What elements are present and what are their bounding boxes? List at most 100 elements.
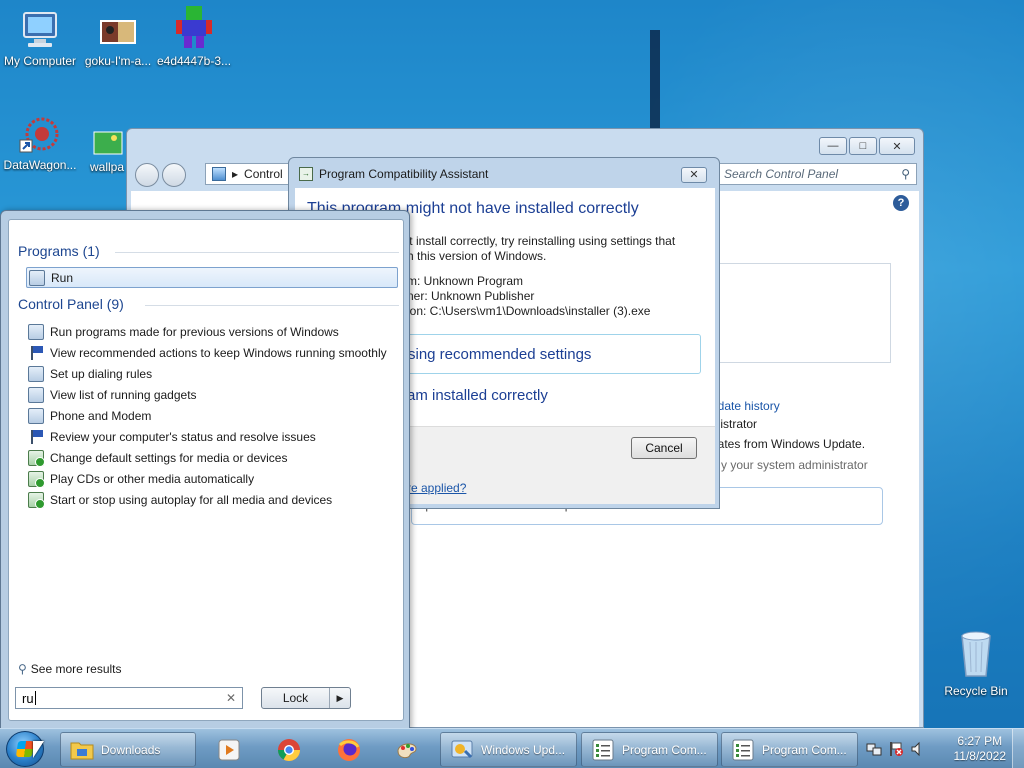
taskbar-label: Program Com...: [622, 742, 707, 757]
control-panel-item[interactable]: View recommended actions to keep Windows…: [26, 342, 398, 363]
dialog-title: Program Compatibility Assistant: [319, 167, 489, 181]
taskbar-downloads[interactable]: Downloads: [60, 732, 196, 767]
cancel-button[interactable]: Cancel: [631, 437, 697, 459]
program-name: m: Unknown Program: [407, 274, 524, 288]
option-label: am installed correctly: [407, 387, 548, 404]
paint-icon: [394, 737, 420, 763]
shortcut-icon: [18, 114, 62, 154]
autoplay-icon: [28, 470, 45, 488]
see-more-results-link[interactable]: ⚲ See more results: [18, 662, 122, 676]
action-center-icon[interactable]: [888, 741, 904, 757]
desktop-icon-label: e4d4447b-3...: [156, 54, 232, 68]
clock-date: 11/8/2022: [953, 749, 1007, 763]
autoplay-icon: [28, 449, 45, 467]
close-button[interactable]: ✕: [681, 167, 707, 183]
minimize-button[interactable]: —: [819, 137, 847, 155]
taskbar-chrome[interactable]: [262, 732, 316, 767]
control-panel-header[interactable]: Control Panel (9): [18, 296, 124, 312]
start-menu[interactable]: Programs (1) Run Control Panel (9) Run p…: [0, 210, 410, 730]
gadgets-icon: [28, 386, 44, 403]
body-text-line: h this version of Windows.: [407, 249, 547, 263]
item-label: Review your computer's status and resolv…: [50, 429, 316, 444]
taskbar-windows-update[interactable]: Windows Upd...: [440, 732, 577, 767]
desktop-icon-label: goku-I'm-a...: [84, 54, 152, 68]
body-text-line: 't install correctly, try reinstalling u…: [407, 234, 676, 248]
forward-button[interactable]: [162, 163, 186, 187]
compatibility-icon: →: [299, 167, 313, 181]
divider: [145, 305, 399, 306]
volume-icon[interactable]: [910, 741, 926, 757]
clock[interactable]: 6:27 PM 11/8/2022: [954, 734, 1007, 764]
mouse-cursor-icon: [33, 741, 44, 758]
item-label: Start or stop using autoplay for all med…: [50, 492, 333, 507]
search-input[interactable]: Search Control Panel ⚲: [717, 163, 917, 185]
settings-applied-link[interactable]: re applied?: [407, 481, 466, 495]
desktop-icon-goku[interactable]: goku-I'm-a...: [78, 10, 158, 68]
dialog-title-bar: → Program Compatibility Assistant: [299, 167, 488, 181]
computer-icon: [18, 10, 62, 50]
lock-label: Lock: [262, 688, 330, 708]
item-label: View recommended actions to keep Windows…: [50, 345, 387, 360]
update-history-link[interactable]: pdate history: [711, 399, 780, 413]
maximize-button[interactable]: □: [849, 137, 877, 155]
desktop-icon-datawagon[interactable]: DataWagon...: [0, 114, 80, 172]
program-list-icon: [590, 737, 616, 763]
updates-from-text: dates from Windows Update.: [711, 437, 866, 451]
autoplay-icon: [28, 491, 45, 509]
breadcrumb-arrow-icon: ▸: [232, 167, 239, 181]
nav-buttons: [135, 163, 186, 187]
control-panel-item[interactable]: Play CDs or other media automatically: [26, 468, 398, 489]
control-panel-item[interactable]: Change default settings for media or dev…: [26, 447, 398, 468]
item-label: Run programs made for previous versions …: [50, 324, 339, 339]
desktop-icon-wallpaper[interactable]: wallpa: [84, 128, 128, 174]
start-search-input[interactable]: ru ✕: [15, 687, 243, 709]
recycle-bin-icon: [954, 628, 998, 680]
taskbar-program-compatibility-2[interactable]: Program Com...: [721, 732, 858, 767]
taskbar: Downloads Windows Upd... Program Com...: [0, 728, 1024, 768]
clock-time: 6:27 PM: [957, 734, 1003, 748]
flag-icon: [28, 429, 44, 445]
taskbar-paint[interactable]: [380, 732, 434, 767]
search-value: ru: [22, 690, 34, 706]
control-panel-item[interactable]: Run programs made for previous versions …: [26, 321, 398, 342]
control-panel-item[interactable]: Start or stop using autoplay for all med…: [26, 489, 398, 510]
program-label: Run: [51, 270, 74, 285]
item-label: Play CDs or other media automatically: [50, 471, 255, 486]
programs-header[interactable]: Programs (1): [18, 243, 100, 259]
desktop-icon-my-computer[interactable]: My Computer: [0, 10, 80, 68]
taskbar-label: Program Com...: [762, 742, 847, 757]
taskbar-media-player[interactable]: [202, 732, 256, 767]
media-player-icon: [216, 737, 242, 763]
divider: [115, 252, 399, 253]
item-label: Phone and Modem: [50, 408, 152, 423]
taskbar-label: Downloads: [101, 742, 161, 757]
show-desktop-button[interactable]: [1012, 729, 1024, 768]
clear-search-icon[interactable]: ✕: [226, 691, 236, 705]
search-icon: ⚲: [18, 662, 27, 676]
taskbar-program-compatibility-1[interactable]: Program Com...: [581, 732, 718, 767]
control-panel-item[interactable]: Phone and Modem: [26, 405, 398, 426]
program-item-run[interactable]: Run: [26, 267, 398, 288]
desktop-icon-recycle-bin[interactable]: Recycle Bin: [936, 628, 1016, 698]
power-options-arrow-icon[interactable]: ▶: [330, 688, 350, 708]
window-controls: — □ ✕: [819, 137, 915, 155]
program-list-icon: [730, 737, 756, 763]
text-caret: [34, 691, 36, 705]
lock-button[interactable]: Lock ▶: [261, 687, 351, 709]
desktop-icon-e4d4447b[interactable]: e4d4447b-3...: [154, 4, 234, 68]
close-button[interactable]: ✕: [879, 137, 915, 155]
help-icon[interactable]: ?: [893, 195, 909, 211]
wallpaper-detail: [650, 30, 660, 140]
option-label: sing recommended settings: [408, 346, 592, 363]
app-file-icon: [172, 4, 216, 50]
item-label: View list of running gadgets: [50, 387, 197, 402]
network-icon[interactable]: [866, 741, 882, 757]
publisher-name: ner: Unknown Publisher: [407, 289, 535, 303]
control-panel-item[interactable]: Set up dialing rules: [26, 363, 398, 384]
control-panel-item[interactable]: Review your computer's status and resolv…: [26, 426, 398, 447]
back-button[interactable]: [135, 163, 159, 187]
firefox-icon: [336, 737, 362, 763]
chrome-icon: [276, 737, 302, 763]
control-panel-item[interactable]: View list of running gadgets: [26, 384, 398, 405]
taskbar-firefox[interactable]: [322, 732, 376, 767]
